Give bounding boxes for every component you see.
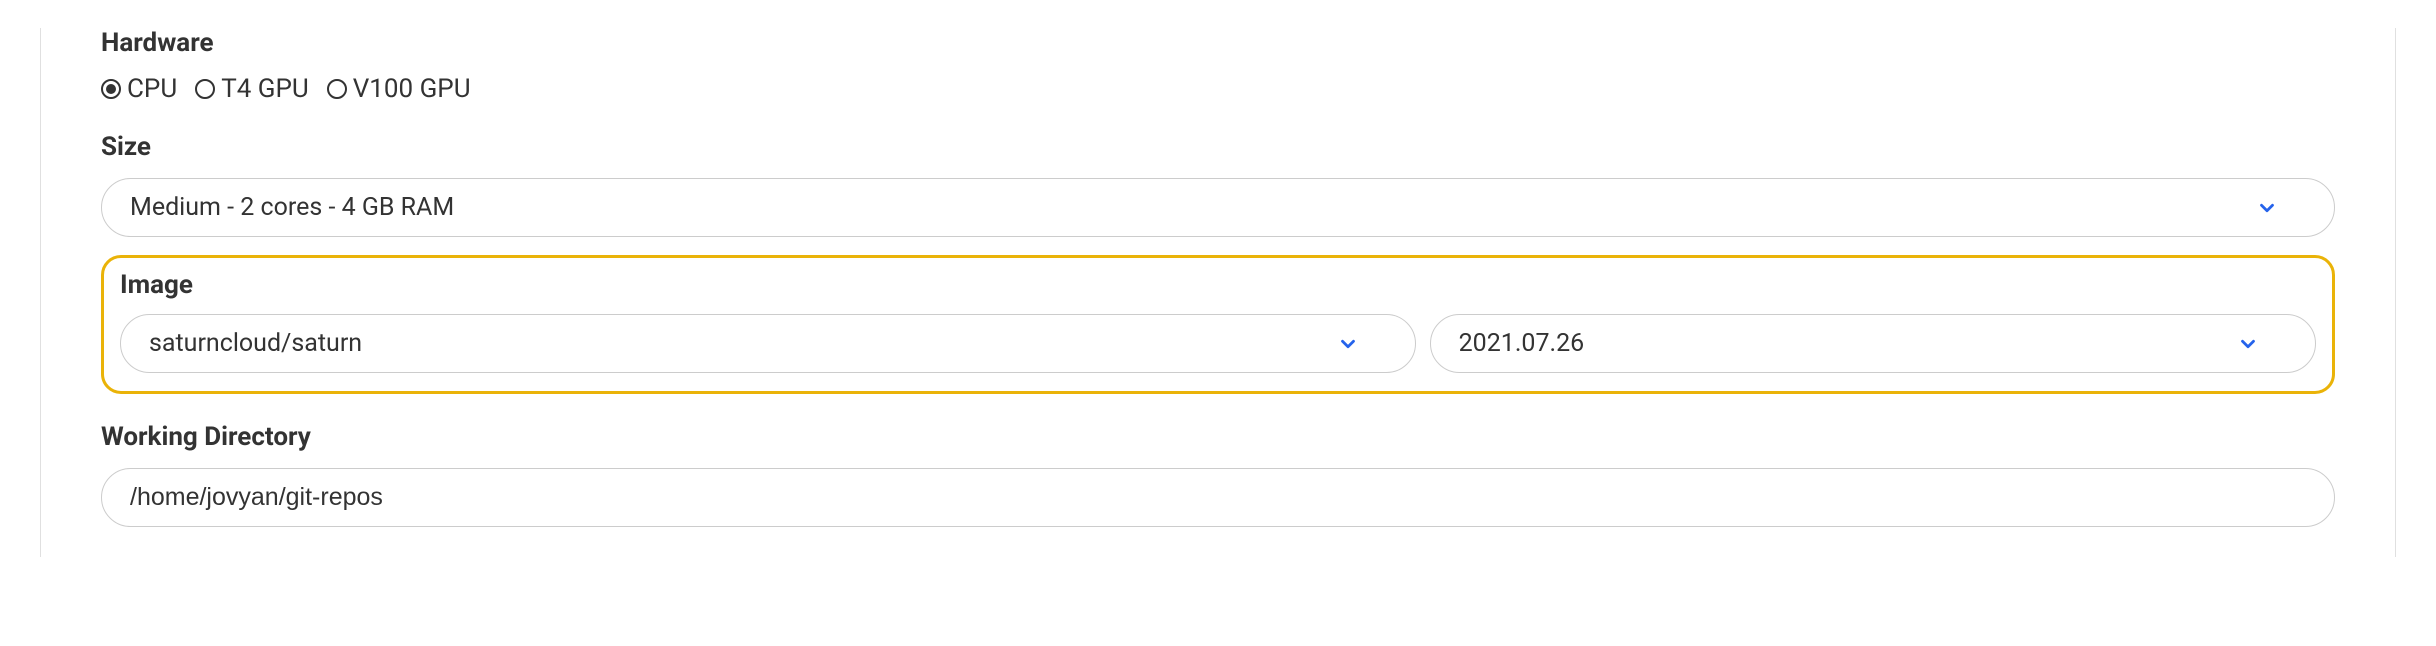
image-row: saturncloud/saturn 2021.07.26	[120, 314, 2316, 373]
radio-label: CPU	[127, 74, 177, 104]
hardware-option-t4-gpu[interactable]: T4 GPU	[195, 74, 309, 104]
hardware-option-v100-gpu[interactable]: V100 GPU	[327, 74, 471, 104]
size-select-value: Medium - 2 cores - 4 GB RAM	[130, 193, 2256, 222]
image-version-select[interactable]: 2021.07.26	[1430, 314, 2316, 373]
radio-label: T4 GPU	[221, 74, 309, 104]
image-version-value: 2021.07.26	[1459, 329, 2237, 358]
size-label: Size	[101, 132, 2335, 162]
size-select[interactable]: Medium - 2 cores - 4 GB RAM	[101, 178, 2335, 237]
working-directory-input[interactable]	[101, 468, 2335, 527]
radio-icon	[101, 79, 121, 99]
form-container: Hardware CPU T4 GPU V100 GPU Size Medium…	[40, 28, 2396, 557]
hardware-option-cpu[interactable]: CPU	[101, 74, 177, 104]
hardware-radio-group: CPU T4 GPU V100 GPU	[101, 74, 2335, 104]
chevron-down-icon	[2237, 333, 2259, 355]
hardware-label: Hardware	[101, 28, 2335, 58]
radio-label: V100 GPU	[353, 74, 471, 104]
image-label: Image	[120, 270, 2316, 300]
radio-icon	[195, 79, 215, 99]
chevron-down-icon	[2256, 197, 2278, 219]
radio-icon	[327, 79, 347, 99]
chevron-down-icon	[1337, 333, 1359, 355]
working-directory-label: Working Directory	[101, 422, 2335, 452]
image-name-select[interactable]: saturncloud/saturn	[120, 314, 1416, 373]
image-highlight-box: Image saturncloud/saturn 2021.07.26	[101, 255, 2335, 394]
image-name-value: saturncloud/saturn	[149, 329, 1337, 358]
